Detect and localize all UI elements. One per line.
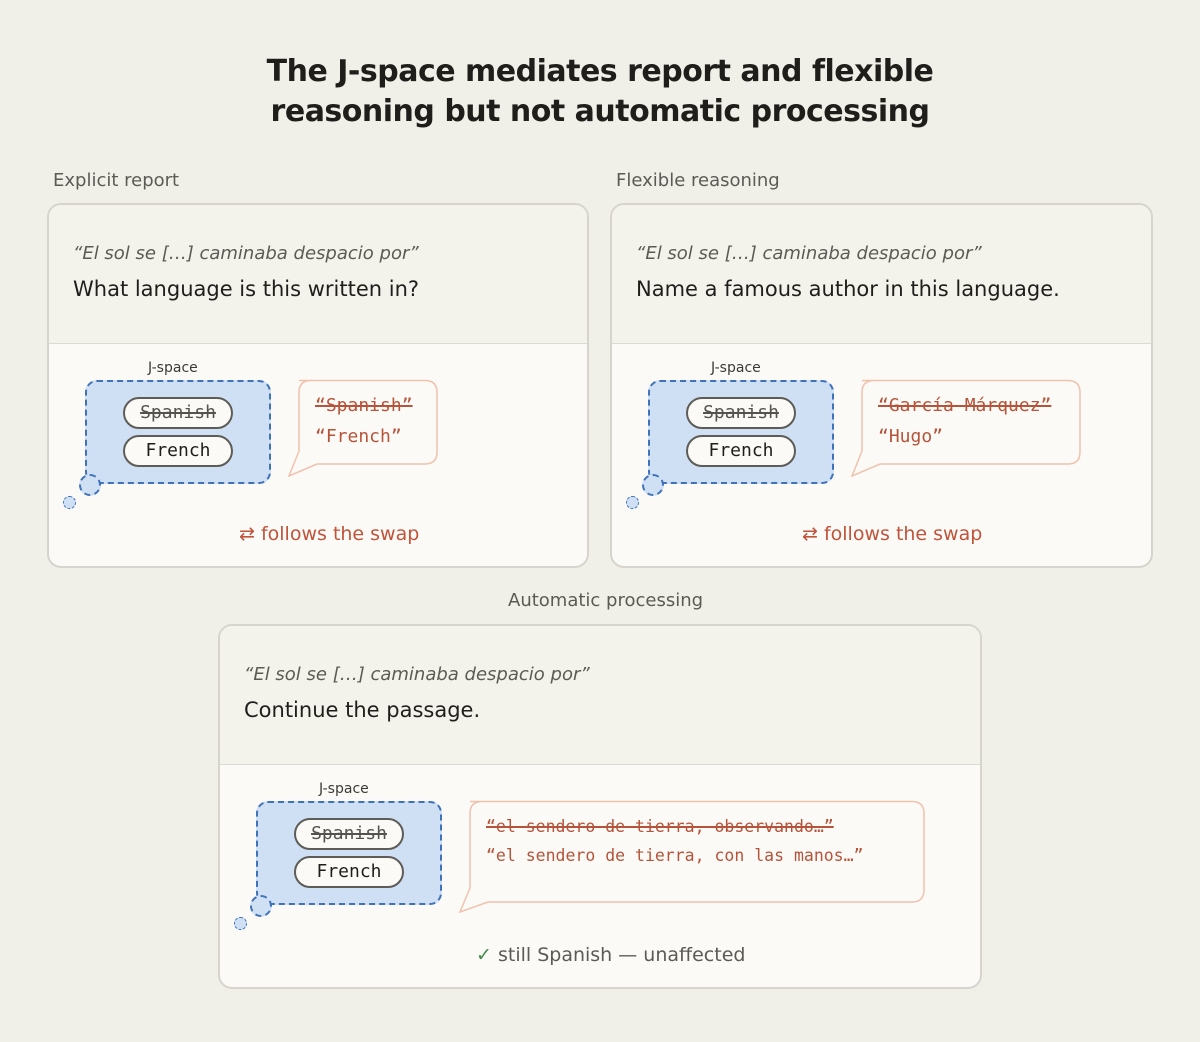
prompt-area: “El sol se […] caminaba despacio por” Na… <box>612 205 1151 344</box>
prompt-question: What language is this written in? <box>73 277 420 301</box>
thought-dot-small <box>234 917 247 930</box>
panel-automatic-processing: “El sol se […] caminaba despacio por” Co… <box>218 624 982 989</box>
section-label-automatic-processing: Automatic processing <box>508 590 704 611</box>
swap-icon: ⇄ <box>802 523 818 545</box>
panel-flexible-reasoning: “El sol se […] caminaba despacio por” Na… <box>610 203 1153 568</box>
prompt-question: Continue the passage. <box>244 698 481 722</box>
check-icon: ✓ <box>476 944 492 966</box>
output-struck: “el sendero de tierra, observando…” <box>486 817 834 836</box>
prompt-area: “El sol se […] caminaba despacio por” Co… <box>220 626 980 765</box>
output-struck: “García Márquez” <box>878 395 1052 416</box>
unaffected-note-text: still Spanish — unaffected <box>497 944 746 966</box>
pill-spanish-struck: Spanish <box>686 397 796 429</box>
output-active: “el sendero de tierra, con las manos…” <box>486 846 864 865</box>
section-label-flexible-reasoning: Flexible reasoning <box>616 170 780 191</box>
output-active: “French” <box>315 426 402 447</box>
output-active: “Hugo” <box>878 426 944 447</box>
jspace-label: J-space <box>319 781 369 797</box>
swap-icon: ⇄ <box>239 523 255 545</box>
prompt-question: Name a famous author in this language. <box>636 277 1060 301</box>
jspace-box: Spanish French <box>256 801 442 905</box>
pill-spanish-struck: Spanish <box>123 397 233 429</box>
section-label-explicit-report: Explicit report <box>53 170 180 191</box>
swap-note: ⇄ follows the swap <box>802 523 982 545</box>
jspace-box: Spanish French <box>85 380 271 484</box>
panel-explicit-report: “El sol se […] caminaba despacio por” Wh… <box>47 203 589 568</box>
pill-french: French <box>123 435 233 467</box>
thought-dot-small <box>63 496 76 509</box>
thought-dot-large <box>250 895 272 917</box>
unaffected-note: ✓ still Spanish — unaffected <box>476 944 745 966</box>
prompt-quote: “El sol se […] caminaba despacio por” <box>73 243 419 264</box>
prompt-area: “El sol se […] caminaba despacio por” Wh… <box>49 205 587 344</box>
pill-french: French <box>686 435 796 467</box>
pill-french: French <box>294 856 404 888</box>
page-title: The J-space mediates report and flexible… <box>0 52 1200 132</box>
swap-note-text: follows the swap <box>260 523 420 545</box>
title-line-1: The J-space mediates report and flexible <box>266 54 934 89</box>
output-struck: “Spanish” <box>315 395 413 416</box>
prompt-quote: “El sol se […] caminaba despacio por” <box>244 664 590 685</box>
thought-dot-large <box>79 474 101 496</box>
prompt-quote: “El sol se […] caminaba despacio por” <box>636 243 982 264</box>
pill-spanish-struck: Spanish <box>294 818 404 850</box>
jspace-box: Spanish French <box>648 380 834 484</box>
swap-note: ⇄ follows the swap <box>239 523 419 545</box>
jspace-label: J-space <box>148 360 198 376</box>
thought-dot-large <box>642 474 664 496</box>
jspace-label: J-space <box>711 360 761 376</box>
thought-dot-small <box>626 496 639 509</box>
title-line-2: reasoning but not automatic processing <box>270 94 930 129</box>
swap-note-text: follows the swap <box>823 523 983 545</box>
